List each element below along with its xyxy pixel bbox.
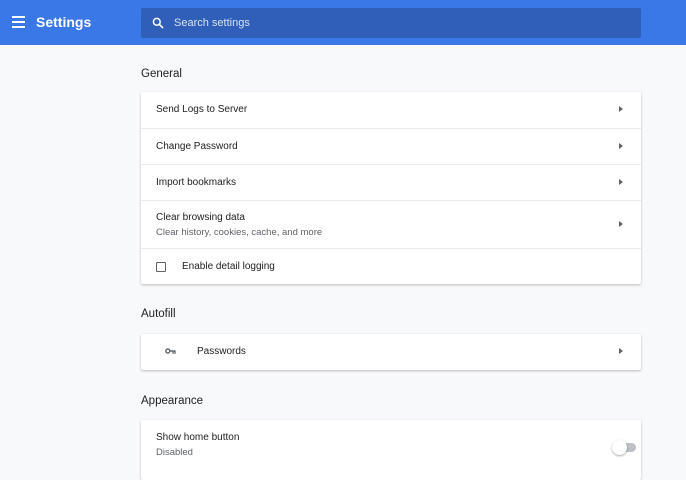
chevron-right-icon <box>619 221 623 227</box>
show-home-button-label: Show home button <box>156 432 240 443</box>
enable-detail-logging-label: Enable detail logging <box>182 261 275 272</box>
section-title-general: General <box>141 68 182 80</box>
search-icon <box>152 17 164 29</box>
search-input[interactable] <box>174 8 629 38</box>
app-title: Settings <box>36 14 92 30</box>
show-home-button-status: Disabled <box>156 447 193 458</box>
import-bookmarks-row[interactable]: Import bookmarks <box>141 164 641 200</box>
chevron-right-icon <box>619 106 623 112</box>
enable-detail-logging-checkbox[interactable] <box>156 262 166 272</box>
clear-browsing-data-row[interactable]: Clear browsing data Clear history, cooki… <box>141 200 641 248</box>
send-logs-label: Send Logs to Server <box>156 104 248 115</box>
chevron-right-icon <box>619 143 623 149</box>
change-password-row[interactable]: Change Password <box>141 128 641 164</box>
hamburger-menu-icon[interactable] <box>10 13 28 31</box>
toggle-knob <box>612 440 627 455</box>
passwords-row[interactable]: Passwords <box>141 334 641 370</box>
key-icon <box>165 348 176 354</box>
show-home-button-toggle[interactable] <box>612 440 636 455</box>
appearance-card: Show home button Disabled <box>141 420 641 480</box>
show-home-button-row[interactable]: Show home button Disabled <box>141 420 641 480</box>
section-title-appearance: Appearance <box>141 395 204 407</box>
enable-detail-logging-row[interactable]: Enable detail logging <box>141 248 641 284</box>
autofill-card: Passwords <box>141 334 641 370</box>
top-app-bar: Settings <box>0 0 686 45</box>
passwords-label: Passwords <box>197 346 246 357</box>
send-logs-row[interactable]: Send Logs to Server <box>141 92 641 128</box>
chevron-right-icon <box>619 348 623 354</box>
section-title-autofill: Autofill <box>141 308 176 320</box>
clear-browsing-data-description: Clear history, cookies, cache, and more <box>156 227 323 238</box>
general-card: Send Logs to Server Change Password Impo… <box>141 92 641 284</box>
search-box[interactable] <box>141 8 641 38</box>
clear-browsing-data-label: Clear browsing data <box>156 212 245 223</box>
chevron-right-icon <box>619 179 623 185</box>
change-password-label: Change Password <box>156 141 238 152</box>
import-bookmarks-label: Import bookmarks <box>156 177 237 188</box>
